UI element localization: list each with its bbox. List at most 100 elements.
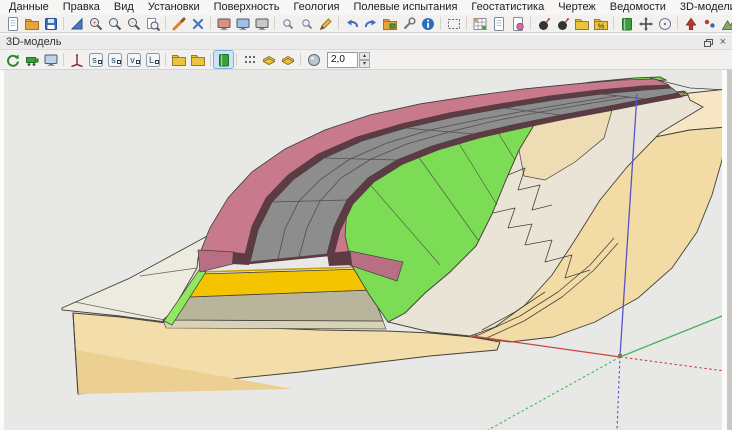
spin-up-button[interactable]: ▴: [359, 52, 370, 60]
points-button[interactable]: [700, 15, 719, 32]
toggle-surfaces-button[interactable]: s: [86, 51, 105, 68]
zoom-in-icon: +: [88, 16, 104, 32]
prism-layers-1-icon: [261, 52, 277, 68]
legend-button[interactable]: [617, 15, 636, 32]
toolbar-separator: [530, 17, 531, 30]
zoom-pan-button[interactable]: [105, 15, 124, 32]
toolbar-separator: [466, 17, 467, 30]
sheet-button[interactable]: [489, 15, 508, 32]
edit-drawing-button[interactable]: [316, 15, 335, 32]
open-file-button[interactable]: [22, 15, 41, 32]
layers-percent-button[interactable]: %: [591, 15, 610, 32]
view-plan-button[interactable]: [214, 15, 233, 32]
cancel-button[interactable]: [188, 15, 207, 32]
info-button[interactable]: [418, 15, 437, 32]
refresh-model-button[interactable]: [3, 51, 22, 68]
move-model-button[interactable]: [636, 15, 655, 32]
embankment-layers: [163, 267, 386, 329]
settings-tools-button[interactable]: [399, 15, 418, 32]
zoom-select-button[interactable]: [67, 15, 86, 32]
legend-icon: [619, 16, 635, 32]
probe-1-icon: [536, 16, 552, 32]
full-screen-button[interactable]: [41, 51, 60, 68]
toggle-solids-button[interactable]: s: [105, 51, 124, 68]
toolbar-separator: [677, 17, 678, 30]
prism-layers-1-button[interactable]: [259, 51, 278, 68]
3d-viewport[interactable]: [0, 70, 732, 430]
menu-bar: ДанныеПравкаВидУстановкиПоверхностьГеоло…: [0, 0, 732, 15]
info-icon: [420, 16, 436, 32]
menu-item-2[interactable]: Вид: [107, 0, 141, 15]
relief-button[interactable]: [719, 15, 732, 32]
refresh-model-icon: [5, 52, 21, 68]
open-layer-1-icon: [171, 52, 187, 68]
zoom-pan-icon: [107, 16, 123, 32]
view-model-button[interactable]: [252, 15, 271, 32]
menu-item-9[interactable]: Ведомости: [603, 0, 673, 15]
panel-title-bar: 3D-модель ×: [0, 34, 732, 50]
select-frame-button[interactable]: [444, 15, 463, 32]
open-layer-2-button[interactable]: [188, 51, 207, 68]
model-settings-button[interactable]: [22, 51, 41, 68]
prism-layers-2-icon: [280, 52, 296, 68]
float-panel-button[interactable]: [704, 39, 712, 46]
open-project-folder-icon: [382, 16, 398, 32]
probe-1-button[interactable]: [534, 15, 553, 32]
view-section-button[interactable]: [233, 15, 252, 32]
menu-item-7[interactable]: Геостатистика: [464, 0, 551, 15]
redraw-button[interactable]: [169, 15, 188, 32]
axes-origin: [618, 354, 622, 358]
zoom-in-button[interactable]: +: [86, 15, 105, 32]
svg-text:+: +: [92, 20, 96, 27]
menu-item-0[interactable]: Данные: [2, 0, 56, 15]
redo-button[interactable]: [361, 15, 380, 32]
menu-item-10[interactable]: 3D-модели: [673, 0, 732, 15]
svg-text:s: s: [92, 55, 97, 65]
axes-xyz-button[interactable]: [67, 51, 86, 68]
menu-item-6[interactable]: Полевые испытания: [346, 0, 464, 15]
grid-points-icon: [242, 52, 258, 68]
select-frame-icon: [446, 16, 462, 32]
zoom-out-icon: -: [126, 16, 142, 32]
menu-item-3[interactable]: Установки: [141, 0, 207, 15]
layers-folder-button[interactable]: [572, 15, 591, 32]
table-settings-button[interactable]: [470, 15, 489, 32]
zoom-window-button[interactable]: [143, 15, 162, 32]
marker-up-button[interactable]: [681, 15, 700, 32]
zoom-fragment-1-button[interactable]: [278, 15, 297, 32]
undo-button[interactable]: [342, 15, 361, 32]
main-toolbar: + -%: [0, 15, 732, 33]
menu-item-8[interactable]: Чертеж: [551, 0, 603, 15]
application-window: ДанныеПравкаВидУстановкиПоверхностьГеоло…: [0, 0, 732, 430]
close-panel-button[interactable]: ×: [720, 37, 726, 48]
open-layer-1-button[interactable]: [169, 51, 188, 68]
show-geology-button[interactable]: [214, 51, 233, 68]
toggle-sections-button[interactable]: L: [143, 51, 162, 68]
rotate-view-icon: [657, 16, 673, 32]
points-icon: [702, 16, 718, 32]
vertical-scale-probe-icon: [306, 52, 322, 68]
zoom-fragment-2-button[interactable]: [297, 15, 316, 32]
prism-layers-2-button[interactable]: [278, 51, 297, 68]
toolbar-separator: [63, 53, 64, 66]
edit-drawing-icon: [318, 16, 334, 32]
show-geology-icon: [216, 52, 232, 68]
open-project-folder-button[interactable]: [380, 15, 399, 32]
rotate-view-button[interactable]: [655, 15, 674, 32]
vertical-scale-probe-button[interactable]: [304, 51, 323, 68]
menu-item-5[interactable]: Геология: [286, 0, 346, 15]
menu-item-1[interactable]: Правка: [56, 0, 107, 15]
window-right-edge: [727, 70, 732, 430]
zoom-out-button[interactable]: -: [124, 15, 143, 32]
zoom-window-icon: [145, 16, 161, 32]
save-button[interactable]: [41, 15, 60, 32]
sheet-template-button[interactable]: [508, 15, 527, 32]
vertical-exaggeration-input[interactable]: [327, 52, 358, 68]
spin-down-button[interactable]: ▾: [359, 60, 370, 68]
svg-text:L: L: [148, 55, 153, 65]
toggle-vectors-button[interactable]: v: [124, 51, 143, 68]
probe-2-button[interactable]: [553, 15, 572, 32]
new-document-button[interactable]: [3, 15, 22, 32]
menu-item-4[interactable]: Поверхность: [207, 0, 287, 15]
grid-points-button[interactable]: [240, 51, 259, 68]
